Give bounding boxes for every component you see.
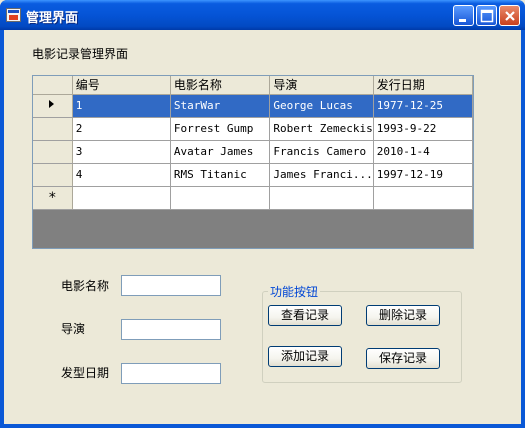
table-cell[interactable] — [72, 186, 171, 210]
table-cell[interactable]: StarWar — [170, 94, 271, 118]
grid-corner-cell[interactable] — [33, 76, 73, 95]
new-row-marker[interactable]: * — [33, 186, 73, 210]
director-input[interactable] — [121, 319, 221, 340]
minimize-icon — [459, 19, 466, 22]
current-row-arrow-icon — [49, 100, 55, 108]
table-row[interactable]: 4 RMS Titanic James Franci... 1997-12-19 — [33, 163, 474, 187]
maximize-icon — [480, 9, 494, 23]
row-header-selected[interactable] — [33, 94, 73, 118]
minimize-button[interactable] — [453, 5, 474, 26]
grid-header-row: 编号 电影名称 导演 发行日期 — [33, 76, 474, 95]
delete-record-button[interactable]: 删除记录 — [366, 305, 440, 326]
table-cell[interactable]: 2010-1-4 — [373, 140, 474, 164]
close-button[interactable] — [499, 5, 520, 26]
movie-data-grid[interactable]: 编号 电影名称 导演 发行日期 1 StarWar George Lucas 1… — [32, 75, 474, 249]
table-cell[interactable]: Forrest Gump — [170, 117, 271, 141]
table-cell[interactable] — [373, 186, 474, 210]
new-row[interactable]: * — [33, 186, 474, 210]
table-cell[interactable]: Avatar James — [170, 140, 271, 164]
form-heading: 电影记录管理界面 — [32, 47, 129, 61]
table-cell[interactable]: 1 — [72, 94, 171, 118]
release-date-input[interactable] — [121, 363, 221, 384]
table-cell[interactable]: 4 — [72, 163, 171, 187]
row-header[interactable] — [33, 140, 73, 164]
row-header[interactable] — [33, 117, 73, 141]
table-row[interactable]: 2 Forrest Gump Robert Zemeckis 1993-9-22 — [33, 117, 474, 141]
table-cell[interactable]: 1993-9-22 — [373, 117, 474, 141]
column-header-director[interactable]: 导演 — [269, 76, 374, 95]
column-header-id[interactable]: 编号 — [72, 76, 171, 95]
table-cell[interactable]: James Franci... — [269, 163, 374, 187]
table-cell[interactable]: George Lucas — [269, 94, 374, 118]
director-label: 导演 — [61, 322, 86, 336]
table-row[interactable]: 3 Avatar James Francis Camero 2010-1-4 — [33, 140, 474, 164]
release-date-label: 发型日期 — [61, 366, 110, 380]
actions-group-title: 功能按钮 — [268, 283, 321, 300]
table-cell[interactable]: RMS Titanic — [170, 163, 271, 187]
app-icon — [6, 8, 21, 22]
movie-name-input[interactable] — [121, 275, 221, 296]
table-cell[interactable]: Robert Zemeckis — [269, 117, 374, 141]
table-cell[interactable]: Francis Camero — [269, 140, 374, 164]
table-cell[interactable]: 3 — [72, 140, 171, 164]
column-header-movie-name[interactable]: 电影名称 — [170, 76, 271, 95]
view-records-button[interactable]: 查看记录 — [268, 305, 342, 326]
window-bottom-border — [0, 424, 525, 428]
table-cell[interactable]: 2 — [72, 117, 171, 141]
client-area: 电影记录管理界面 编号 电影名称 导演 发行日期 1 StarWar Georg… — [4, 30, 521, 424]
save-record-button[interactable]: 保存记录 — [366, 348, 440, 369]
table-row[interactable]: 1 StarWar George Lucas 1977-12-25 — [33, 94, 474, 118]
close-icon — [505, 11, 515, 21]
add-record-button[interactable]: 添加记录 — [268, 346, 342, 367]
title-bar[interactable]: 管理界面 — [0, 0, 525, 30]
table-cell[interactable]: 1997-12-19 — [373, 163, 474, 187]
table-cell[interactable]: 1977-12-25 — [373, 94, 474, 118]
row-header[interactable] — [33, 163, 73, 187]
table-cell[interactable] — [170, 186, 271, 210]
window-title: 管理界面 — [26, 11, 79, 26]
column-header-release-date[interactable]: 发行日期 — [373, 76, 474, 95]
movie-name-label: 电影名称 — [61, 279, 110, 293]
table-cell[interactable] — [269, 186, 374, 210]
maximize-button[interactable] — [476, 5, 497, 26]
app-window: 管理界面 电影记录管理界面 编号 电影名称 导演 发行日期 1 StarWar … — [0, 0, 525, 428]
